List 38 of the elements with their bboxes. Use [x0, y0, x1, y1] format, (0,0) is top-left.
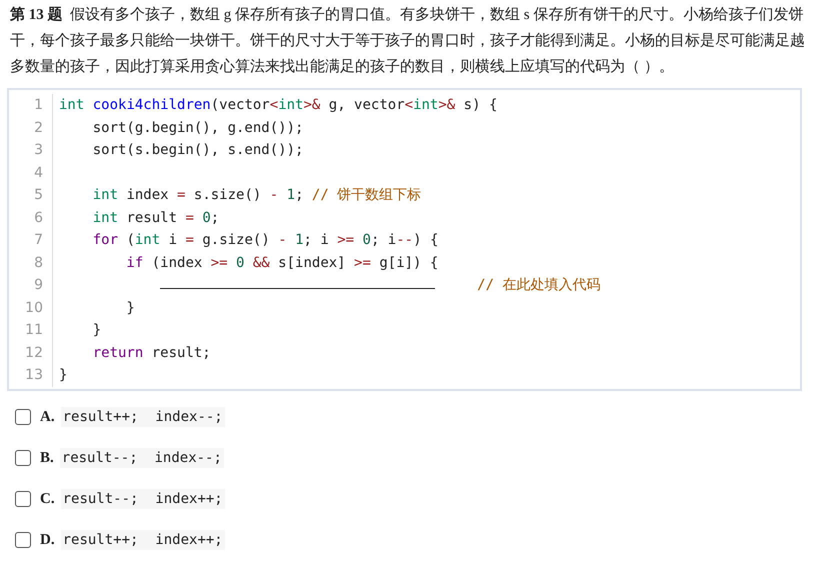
code-line: int cooki4children(vector<int>& g, vector<int>& s) {: [58, 96, 498, 115]
option-code: result++; index--;: [60, 407, 225, 427]
line-number: 12: [9, 342, 53, 364]
option-letter: B.: [40, 450, 54, 466]
code-line: int result = 0;: [92, 208, 220, 228]
code-line: if (index >= 0 && s[index] >= g[i]) {: [125, 254, 438, 272]
option-code: result--; index++;: [60, 489, 225, 509]
option-letter: C.: [40, 490, 55, 508]
line-number: 13: [9, 364, 53, 386]
code-line: sort(g.begin(), g.end());: [92, 118, 304, 138]
code-line: return result;: [92, 344, 211, 362]
line-number: 7: [9, 229, 53, 252]
code-line: }: [125, 298, 135, 318]
line-number: 11: [9, 319, 53, 342]
code-line: sort(s.begin(), s.end());: [92, 141, 304, 160]
line-number: 1: [9, 94, 53, 116]
line-number: 3: [9, 139, 53, 162]
line-number: 4: [9, 162, 53, 184]
option-letter: A.: [40, 408, 55, 426]
line-number: 8: [9, 252, 53, 274]
question-text: 第 13 题 假设有多个孩子，数组 g 保存所有孩子的胃口值。有多块饼干，数组 s 保存所有饼干的尺寸。小杨给孩子们发饼干，每个孩子最多只能给一块饼干。饼干的尺寸大于等于孩子的胃口时，孩子才能得到满足。小杨的目标是尽可能满足越多数量的孩子，因此打算采用贪心算法来找出能满足的孩子的数目，则横线上应填写的代码为（ ）。: [10, 6, 805, 77]
code-comment: // 在此处填入代码: [477, 277, 600, 293]
line-number: 2: [9, 116, 53, 139]
option-code: result--; index--;: [60, 448, 224, 468]
checkbox[interactable]: [15, 532, 31, 548]
checkbox[interactable]: [15, 409, 31, 425]
line-number: 9: [9, 274, 53, 296]
option-code: result++; index++;: [60, 530, 225, 550]
checkbox[interactable]: [15, 491, 31, 507]
code-line: int index = s.size() - 1; // 饼干数组下标: [92, 186, 422, 205]
line-number: 10: [9, 296, 53, 319]
code-line: }: [58, 366, 68, 385]
option-letter: D.: [40, 532, 55, 548]
code-line: }: [92, 321, 102, 340]
line-number: 6: [9, 206, 53, 229]
checkbox[interactable]: [15, 450, 31, 466]
line-number: 5: [9, 184, 53, 206]
code-line: for (int i = g.size() - 1; i >= 0; i--) {: [92, 231, 438, 250]
